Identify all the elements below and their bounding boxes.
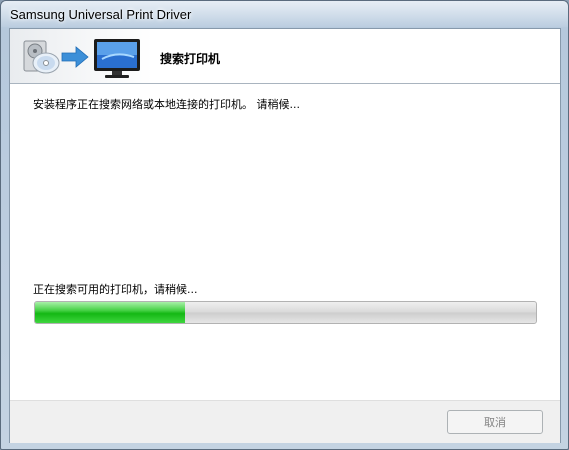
wizard-header: 搜索打印机 <box>10 29 560 84</box>
title-bar[interactable]: Samsung Universal Print Driver <box>1 1 568 27</box>
cancel-button[interactable]: 取消 <box>447 410 543 434</box>
install-to-monitor-icon <box>10 29 153 83</box>
installer-window: Samsung Universal Print Driver 搜索打印机 安装程… <box>0 0 569 450</box>
progress-status-message: 正在搜索可用的打印机，请稍候... <box>33 283 198 296</box>
window-title: Samsung Universal Print Driver <box>10 7 192 22</box>
progress-fill <box>35 302 186 323</box>
search-progress-bar <box>34 301 537 324</box>
header-illustration <box>23 39 140 78</box>
page-title: 搜索打印机 <box>160 52 221 66</box>
search-status-message: 安装程序正在搜索网络或本地连接的打印机。 请稍候... <box>33 98 300 111</box>
dialog-body: 搜索打印机 安装程序正在搜索网络或本地连接的打印机。 请稍候... 正在搜索可用… <box>9 28 561 443</box>
dialog-footer: 取消 <box>10 400 560 443</box>
